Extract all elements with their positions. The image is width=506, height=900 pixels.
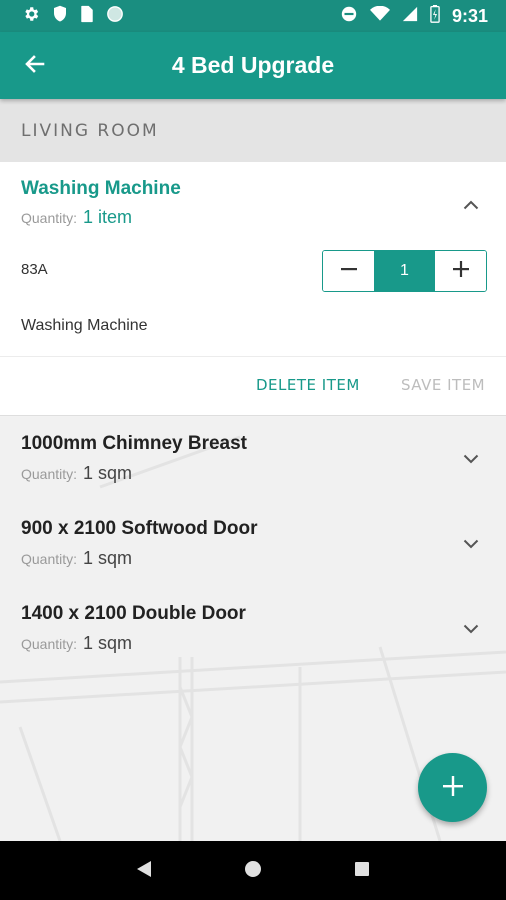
sim-card-icon (80, 5, 94, 27)
nav-home-button[interactable] (233, 851, 273, 891)
status-left-icons (22, 5, 124, 27)
quantity-value: 1 sqm (83, 463, 133, 483)
quantity-stepper: 1 (322, 250, 487, 292)
status-right-icons: 9:31 (340, 5, 488, 27)
signal-icon (402, 6, 418, 26)
circle-icon (106, 5, 124, 27)
expanded-item-title[interactable]: Washing Machine (21, 178, 181, 200)
list-item-quantity: Quantity: 1 sqm (21, 463, 132, 484)
recents-square-icon (354, 861, 370, 881)
card-divider (0, 356, 506, 357)
quantity-label: Quantity: (21, 210, 78, 226)
list-item-quantity: Quantity: 1 sqm (21, 548, 132, 569)
add-item-button[interactable] (418, 753, 487, 822)
chevron-down-icon (463, 534, 479, 553)
plus-icon (452, 260, 470, 282)
plus-icon (442, 775, 463, 800)
gear-icon (22, 5, 40, 27)
collapse-button[interactable] (460, 193, 482, 215)
delete-item-button[interactable]: DELETE ITEM (256, 376, 360, 394)
minus-icon (340, 260, 358, 282)
expand-button[interactable] (460, 532, 482, 554)
chevron-down-icon (463, 619, 479, 638)
quantity-value: 1 sqm (83, 548, 133, 568)
quantity-label: Quantity: (21, 636, 78, 652)
quantity-label: Quantity: (21, 551, 78, 567)
home-circle-icon (244, 860, 262, 882)
item-description: Washing Machine (21, 317, 148, 334)
list-item-title[interactable]: 900 x 2100 Softwood Door (21, 518, 258, 540)
increment-button[interactable] (435, 251, 486, 291)
battery-icon (430, 5, 440, 27)
page-title: 4 Bed Upgrade (171, 52, 335, 78)
back-button[interactable] (0, 32, 70, 99)
chevron-up-icon (463, 195, 479, 214)
expanded-item-quantity: Quantity: 1 item (21, 207, 132, 228)
quantity-value: 1 item (83, 207, 133, 227)
quantity-input[interactable]: 1 (374, 251, 435, 291)
do-not-disturb-icon (340, 5, 358, 27)
chevron-down-icon (463, 449, 479, 468)
app-bar: 4 Bed Upgrade (0, 32, 506, 99)
status-bar: 9:31 (0, 0, 506, 32)
arrow-back-icon (23, 52, 47, 80)
list-item-title[interactable]: 1400 x 2100 Double Door (21, 603, 246, 625)
nav-back-button[interactable] (124, 851, 164, 891)
decrement-button[interactable] (323, 251, 374, 291)
back-triangle-icon (136, 860, 152, 882)
list-item-quantity: Quantity: 1 sqm (21, 633, 132, 654)
wifi-icon (369, 5, 390, 26)
shield-icon (52, 5, 68, 27)
status-time: 9:31 (451, 5, 488, 26)
nav-recents-button[interactable] (342, 851, 382, 891)
quantity-label: Quantity: (21, 466, 78, 482)
item-code: 83A (21, 261, 48, 278)
section-header: LIVING ROOM (0, 99, 506, 162)
expand-button[interactable] (460, 447, 482, 469)
list-item-title[interactable]: 1000mm Chimney Breast (21, 433, 247, 455)
save-item-button[interactable]: SAVE ITEM (401, 376, 485, 394)
navigation-bar (0, 841, 506, 900)
section-label: LIVING ROOM (21, 120, 159, 141)
expand-button[interactable] (460, 617, 482, 639)
quantity-value: 1 sqm (83, 633, 133, 653)
